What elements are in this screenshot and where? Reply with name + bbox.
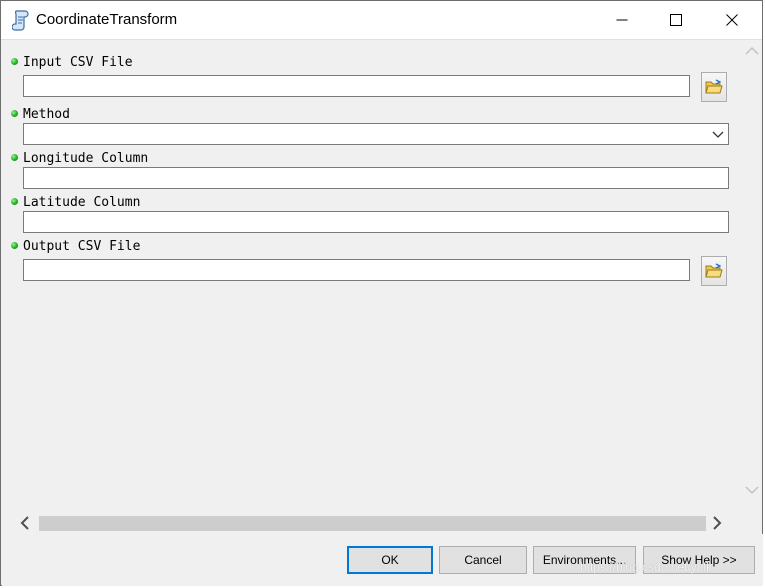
scroll-left-button[interactable] [17,515,33,531]
latitude-column-field[interactable] [23,211,729,233]
required-bullet-icon [11,198,18,205]
param-label-output-csv: Output CSV File [23,239,141,254]
method-dropdown[interactable] [23,123,729,145]
output-csv-field[interactable] [23,259,690,281]
parameters-panel: Input CSV File Method Longitude Column L… [2,40,741,512]
input-csv-browse-button[interactable] [701,72,727,102]
output-csv-browse-button[interactable] [701,256,727,286]
required-bullet-icon [11,58,18,65]
maximize-icon [670,14,682,26]
param-label-input-csv: Input CSV File [23,55,133,70]
param-label-method: Method [23,107,70,122]
input-csv-field[interactable] [23,75,690,97]
minimize-icon [616,19,628,21]
horizontal-scroll-thumb[interactable] [39,516,706,531]
scroll-down-button[interactable] [744,483,759,497]
title-bar[interactable]: CoordinateTransform [1,1,762,40]
folder-open-icon [705,263,723,278]
required-bullet-icon [11,110,18,117]
chevron-up-icon [744,46,759,55]
horizontal-scrollbar[interactable] [2,512,741,534]
close-button[interactable] [709,1,755,39]
watermark-text: https://blog.csdn.net/yhlk [580,560,713,574]
chevron-down-icon [712,131,724,138]
scroll-right-button[interactable] [709,515,725,531]
window-title: CoordinateTransform [36,11,178,28]
param-label-latitude: Latitude Column [23,195,141,210]
maximize-button[interactable] [653,1,699,39]
vertical-scrollbar[interactable] [741,40,762,512]
param-label-longitude: Longitude Column [23,151,149,166]
required-bullet-icon [11,154,18,161]
required-bullet-icon [11,242,18,249]
chevron-down-icon [744,486,759,495]
minimize-button[interactable] [599,1,645,39]
dialog-footer: OK Cancel Environments... Show Help >> h… [2,534,763,586]
folder-open-icon [705,79,723,94]
dialog-window: CoordinateTransform Input CSV File Metho… [0,0,763,586]
scroll-up-button[interactable] [744,44,759,58]
close-icon [726,14,738,26]
chevron-left-icon [20,516,29,530]
chevron-right-icon [713,516,722,530]
script-tool-icon [12,10,29,31]
ok-button[interactable]: OK [347,546,433,574]
longitude-column-field[interactable] [23,167,729,189]
cancel-button[interactable]: Cancel [439,546,527,574]
